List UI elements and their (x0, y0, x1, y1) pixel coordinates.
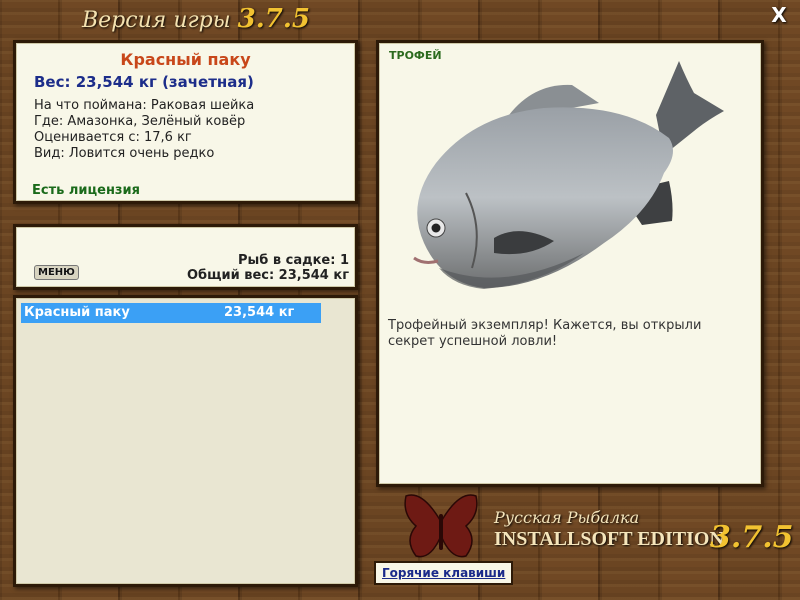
list-item-name: Красный паку (24, 305, 130, 320)
menu-button[interactable]: МЕНЮ (34, 265, 79, 280)
window-title: Версия игры 3.7.5 (0, 4, 392, 34)
catch-list-panel: Красный паку 23,544 кг (13, 295, 358, 587)
trophy-description: Трофейный экземпляр! Кажется, вы открыли… (388, 318, 702, 349)
title-prefix: Версия игры (82, 8, 231, 33)
keepnet-stats: Рыб в садке: 1 Общий вес: 23,544 кг (187, 253, 349, 283)
license-status: Есть лицензия (32, 183, 140, 198)
caught-on: На что поймана: Раковая шейка (34, 98, 255, 113)
fish-image (413, 61, 724, 289)
game-name: Русская Рыбалка (494, 508, 640, 527)
branding: Русская Рыбалка INSTALLSOFT EDITION 3.7.… (398, 490, 798, 560)
keepnet-summary-panel: МЕНЮ Рыб в садке: 1 Общий вес: 23,544 кг (13, 224, 358, 290)
close-button[interactable]: X (768, 4, 790, 26)
total-weight: Общий вес: 23,544 кг (186, 268, 349, 283)
fish-count: Рыб в садке: 1 (237, 253, 349, 268)
list-item-weight: 23,544 кг (224, 305, 295, 320)
trophy-panel: ТРОФЕЙ Трофейный экземпляр! Кажется, вы … (376, 40, 764, 487)
title-version: 3.7.5 (237, 4, 310, 34)
rarity: Вид: Ловится очень редко (34, 146, 215, 161)
fish-weight: Вес: 23,544 кг (зачетная) (34, 73, 254, 91)
edition-version: 3.7.5 (710, 520, 794, 555)
fish-info-panel: Красный паку Вес: 23,544 кг (зачетная) Н… (13, 40, 358, 204)
hotkeys-link[interactable]: Горячие клавиши (374, 561, 514, 585)
butterfly-icon (404, 494, 478, 558)
edition-label: INSTALLSOFT EDITION (494, 528, 724, 550)
list-item[interactable]: Красный паку 23,544 кг (21, 303, 321, 323)
rated-from: Оценивается с: 17,6 кг (34, 130, 192, 145)
catch-location: Где: Амазонка, Зелёный ковёр (34, 114, 246, 129)
fish-name: Красный паку (120, 50, 251, 69)
